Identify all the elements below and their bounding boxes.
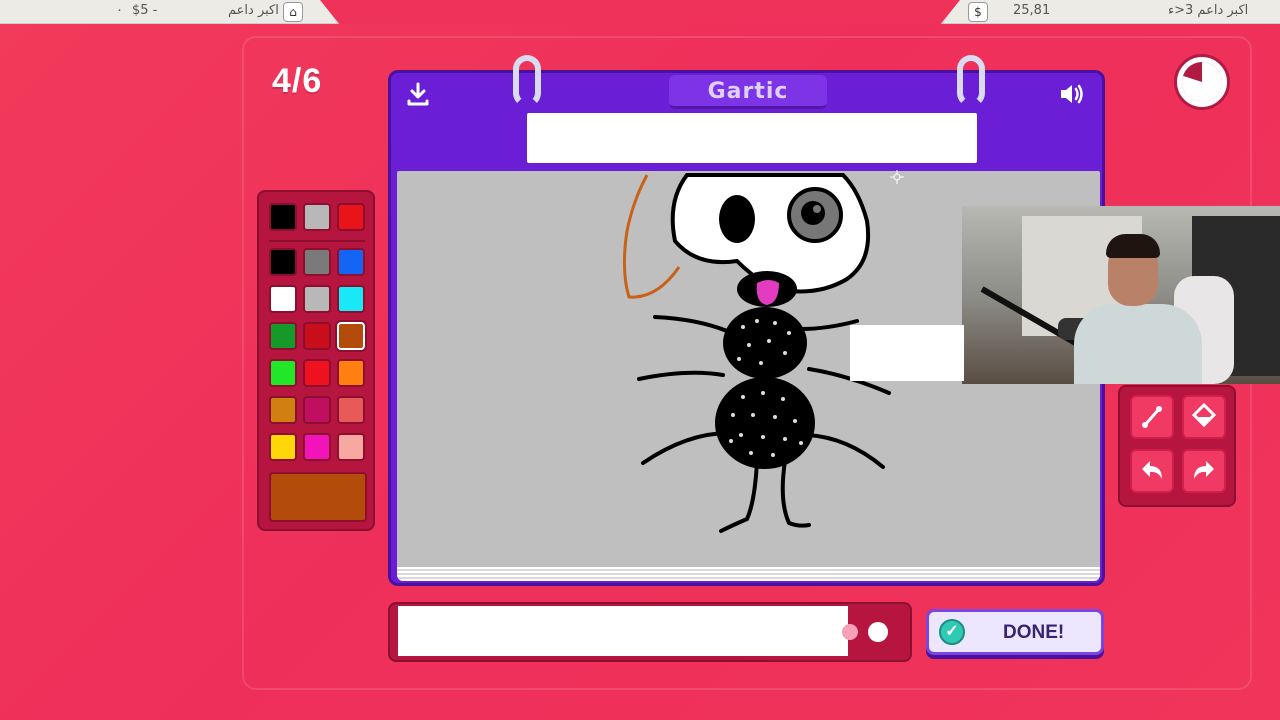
round-counter: 4/6 <box>272 62 323 100</box>
color-swatch[interactable] <box>337 359 365 387</box>
top-donor-right-amount: 25,81 <box>1013 3 1051 18</box>
top-donor-right-label: اكبر داعم 3<ء <box>1168 3 1249 18</box>
color-swatch[interactable] <box>337 285 365 313</box>
done-button-label: DONE! <box>1003 622 1065 643</box>
color-swatch[interactable] <box>269 248 297 276</box>
color-swatch[interactable] <box>303 359 331 387</box>
color-swatch[interactable] <box>303 322 331 350</box>
game-title: Gartic <box>669 75 827 109</box>
notebook-pages-edge <box>397 567 1100 581</box>
bucket-icon[interactable] <box>1182 395 1226 439</box>
notebook-header: Gartic <box>391 55 1102 168</box>
house-icon: ⌂ <box>283 2 303 22</box>
redacted-box <box>850 325 964 381</box>
color-swatch[interactable] <box>337 322 365 350</box>
undo-icon[interactable] <box>1130 449 1174 493</box>
crosshair-cursor-icon <box>890 170 904 184</box>
streamer-webcam <box>962 206 1280 384</box>
color-swatch[interactable] <box>303 203 331 231</box>
color-palette <box>257 190 375 531</box>
stream-top-bar: ٠ $5 - اكبر داعم ⌂ $ 25,81 اكبر داعم 3<ء <box>0 0 1280 24</box>
color-swatch[interactable] <box>269 285 297 313</box>
color-swatch[interactable] <box>303 248 331 276</box>
timer-icon <box>1174 54 1230 110</box>
notebook-ring-left <box>513 55 541 107</box>
answer-input-panel <box>388 602 912 662</box>
color-swatch[interactable] <box>269 359 297 387</box>
download-icon[interactable] <box>403 81 433 111</box>
color-swatch[interactable] <box>269 433 297 461</box>
color-swatch[interactable] <box>337 396 365 424</box>
tools-panel <box>1118 385 1236 507</box>
sound-icon[interactable] <box>1057 81 1087 111</box>
top-donor-left-amount: $5 - <box>132 3 158 18</box>
current-color-preview <box>269 472 367 522</box>
page-dot-active <box>868 622 888 642</box>
top-bar-notch <box>320 0 960 24</box>
left-zero-text: ٠ <box>116 3 123 18</box>
redo-icon[interactable] <box>1182 449 1226 493</box>
color-swatch[interactable] <box>337 433 365 461</box>
streamer-hair <box>1106 234 1160 258</box>
color-swatch[interactable] <box>269 396 297 424</box>
top-donor-left-label: اكبر داعم <box>228 3 279 18</box>
streamer-body <box>1074 304 1202 384</box>
color-swatch[interactable] <box>337 203 365 231</box>
color-swatch[interactable] <box>303 285 331 313</box>
check-icon: ✓ <box>939 619 965 645</box>
notebook-ring-right <box>957 55 985 107</box>
done-button[interactable]: ✓ DONE! <box>926 609 1104 655</box>
color-swatch[interactable] <box>303 433 331 461</box>
color-swatch[interactable] <box>337 248 365 276</box>
prompt-text-box <box>527 113 977 163</box>
color-swatch[interactable] <box>269 203 297 231</box>
page-dot-inactive <box>842 624 858 640</box>
money-bag-icon: $ <box>968 2 988 22</box>
answer-input[interactable] <box>398 606 848 656</box>
color-swatch[interactable] <box>303 396 331 424</box>
pen-icon[interactable] <box>1130 395 1174 439</box>
palette-divider <box>269 240 365 242</box>
color-swatch[interactable] <box>269 322 297 350</box>
